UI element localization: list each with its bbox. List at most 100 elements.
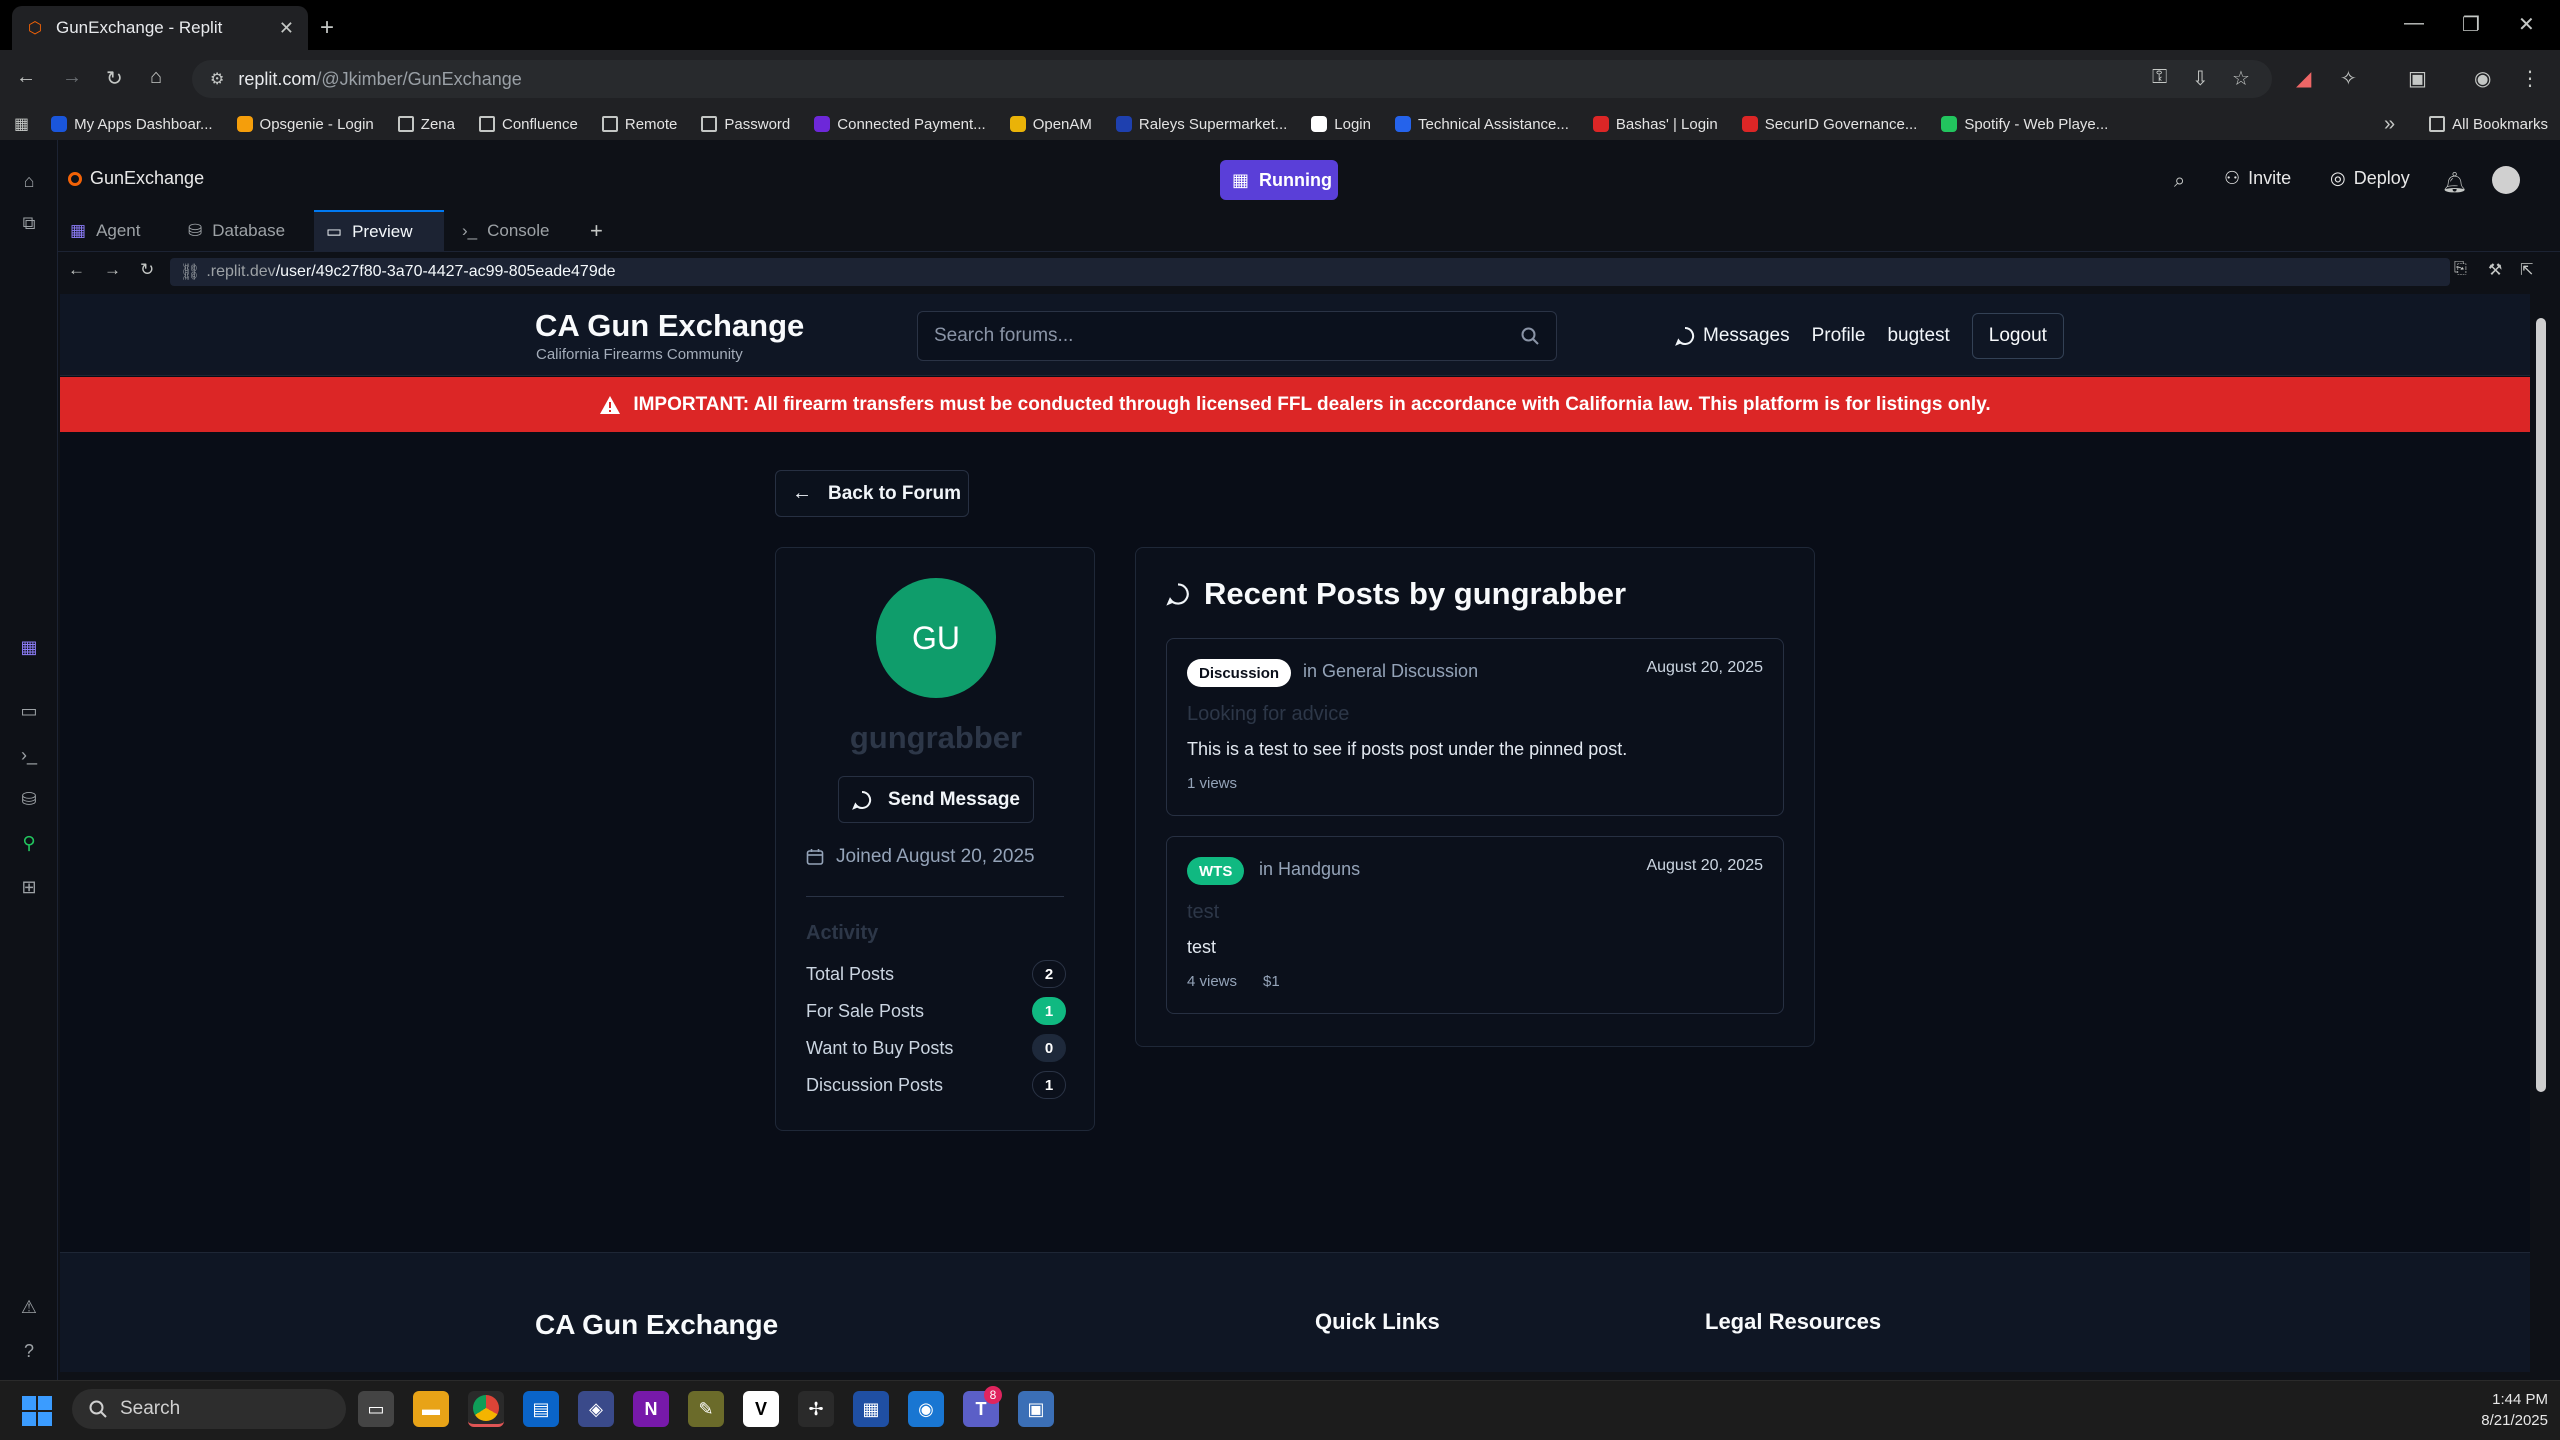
notifications-icon[interactable]: ⚠	[18, 1296, 40, 1318]
app-icon[interactable]: ◈	[578, 1391, 614, 1427]
bookmark-item[interactable]: Bashas' | Login	[1581, 116, 1730, 133]
tab-agent[interactable]: ▦ Agent	[58, 210, 166, 252]
post-item[interactable]: WTS in Handguns August 20, 2025 test tes…	[1166, 836, 1784, 1014]
bookmark-item[interactable]: Confluence	[467, 116, 590, 133]
message-bubble-icon	[852, 790, 872, 810]
restore-icon[interactable]: ❐	[2462, 12, 2480, 37]
bookmark-item[interactable]: Zena	[386, 116, 467, 133]
system-clock[interactable]: 1:44 PM 8/21/2025	[2440, 1389, 2548, 1431]
bookmark-favicon-icon	[814, 116, 831, 132]
logout-button[interactable]: Logout	[1971, 313, 2064, 359]
extensions-puzzle-icon[interactable]: ✧	[2340, 66, 2357, 91]
task-view-icon[interactable]: ▭	[358, 1391, 394, 1427]
back-to-forum-button[interactable]: ← Back to Forum	[775, 470, 969, 517]
bookmark-favicon-icon	[1592, 116, 1609, 132]
bookmark-item[interactable]: SecurID Governance...	[1730, 116, 1930, 133]
apps-grid-icon[interactable]: ▦	[14, 114, 29, 134]
preview-back-icon[interactable]: ←	[68, 260, 85, 280]
send-message-button[interactable]: Send Message	[838, 776, 1034, 823]
run-status-button[interactable]: ▦ Running	[1220, 160, 1338, 200]
bookmark-item[interactable]: My Apps Dashboar...	[39, 116, 224, 133]
project-title[interactable]: GunExchange	[68, 168, 204, 189]
post-title[interactable]: Looking for advice	[1187, 703, 1349, 726]
help-icon[interactable]: ?	[18, 1340, 40, 1362]
reload-icon[interactable]: ↻	[106, 66, 123, 91]
tab-preview[interactable]: ▭ Preview	[314, 210, 444, 252]
bookmark-item[interactable]: Technical Assistance...	[1383, 116, 1581, 133]
wrench-icon[interactable]: ⚒	[2488, 260, 2502, 280]
all-bookmarks[interactable]: All Bookmarks	[2417, 116, 2560, 133]
app-icon[interactable]: ✎	[688, 1391, 724, 1427]
open-new-window-icon[interactable]: ⇱	[2520, 260, 2533, 280]
bookmark-item[interactable]: OpenAM	[998, 116, 1104, 133]
bookmark-item[interactable]: Password	[689, 116, 802, 133]
scrollbar-thumb[interactable]	[2536, 318, 2546, 1092]
chrome-icon[interactable]	[468, 1391, 504, 1427]
search-input[interactable]: Search forums...	[917, 311, 1557, 361]
preview-url-bar[interactable]: ⛓ .replit.dev/user/49c27f80-3a70-4427-ac…	[170, 258, 2450, 286]
key-icon[interactable]: ⚿	[2152, 66, 2167, 89]
home-icon[interactable]: ⌂	[18, 170, 40, 192]
windows-start-icon[interactable]	[22, 1396, 52, 1426]
avatar[interactable]	[2492, 166, 2520, 194]
nav-profile[interactable]: Profile	[1812, 325, 1866, 347]
profile-icon[interactable]: ◉	[2474, 66, 2491, 91]
new-tab-icon[interactable]: +	[320, 14, 334, 42]
bookmark-favicon-icon	[1115, 116, 1132, 132]
site-info-icon[interactable]: ⚙	[210, 69, 224, 89]
nav-username[interactable]: bugtest	[1887, 325, 1949, 347]
file-explorer-icon[interactable]: ▬	[413, 1391, 449, 1427]
agent-icon[interactable]: ▦	[18, 636, 40, 658]
post-title[interactable]: test	[1187, 901, 1219, 924]
deploy-icon[interactable]: ⚲	[18, 832, 40, 854]
forward-icon[interactable]: →	[62, 66, 82, 89]
shell-icon[interactable]: ›_	[18, 744, 40, 766]
preview-forward-icon[interactable]: →	[104, 260, 121, 280]
invite-button[interactable]: ⚇ Invite	[2224, 168, 2291, 189]
onenote-icon[interactable]: N	[633, 1391, 669, 1427]
bookmark-item[interactable]: Connected Payment...	[802, 116, 997, 133]
home-icon[interactable]: ⌂	[150, 66, 162, 89]
all-tools-icon[interactable]: ⊞	[18, 876, 40, 898]
app-v-icon[interactable]: V	[743, 1391, 779, 1427]
site-title[interactable]: CA Gun Exchange	[535, 308, 804, 344]
bookmark-star-icon[interactable]: ☆	[2232, 66, 2250, 91]
address-bar[interactable]: ⚙ replit.com/@Jkimber/GunExchange	[192, 60, 2272, 98]
taskbar-search[interactable]: Search	[72, 1389, 346, 1429]
search-icon[interactable]: ⌕	[2174, 170, 2185, 193]
devtools-icon[interactable]: ⎘	[2454, 260, 2467, 278]
side-panel-icon[interactable]: ▣	[2408, 66, 2427, 91]
preview-reload-icon[interactable]: ↻	[140, 260, 154, 280]
close-window-icon[interactable]: ✕	[2518, 12, 2535, 37]
tab-console[interactable]: ›_ Console	[450, 210, 568, 252]
bookmark-item[interactable]: Raleys Supermarket...	[1104, 116, 1299, 133]
database-icon[interactable]: ⛁	[18, 788, 40, 810]
search-icon[interactable]	[1520, 326, 1540, 346]
post-type-badge: Discussion	[1187, 659, 1292, 687]
extension-icon[interactable]: ◢	[2296, 66, 2311, 91]
tab-database[interactable]: ⛁ Database	[176, 210, 314, 252]
app-icon[interactable]: ▤	[523, 1391, 559, 1427]
browser-tab-active[interactable]: ⬡ GunExchange - Replit ✕	[12, 6, 308, 50]
bookmark-item[interactable]: Opsgenie - Login	[225, 116, 386, 133]
new-repl-icon[interactable]: ⧉	[18, 212, 40, 234]
preview-icon[interactable]: ▭	[18, 700, 40, 722]
more-bookmarks-icon[interactable]: »	[2384, 113, 2395, 136]
post-item[interactable]: Discussion in General Discussion August …	[1166, 638, 1784, 816]
close-tab-icon[interactable]: ✕	[279, 18, 294, 39]
back-icon[interactable]: ←	[16, 66, 36, 89]
deploy-button[interactable]: ◎ Deploy	[2330, 168, 2410, 189]
install-icon[interactable]: ⇩	[2192, 66, 2209, 91]
nav-messages[interactable]: Messages	[1675, 325, 1790, 347]
app-icon[interactable]: ▦	[853, 1391, 889, 1427]
bookmark-item[interactable]: Remote	[590, 116, 690, 133]
bookmark-item[interactable]: Login	[1299, 116, 1383, 133]
app-icon[interactable]: ✢	[798, 1391, 834, 1427]
remote-desktop-icon[interactable]: ▣	[1018, 1391, 1054, 1427]
menu-icon[interactable]: ⋮	[2520, 66, 2540, 91]
minimize-icon[interactable]: —	[2404, 12, 2424, 35]
bookmark-item[interactable]: Spotify - Web Playe...	[1929, 116, 2120, 133]
bell-icon[interactable]: 🔔︎	[2442, 170, 2467, 195]
outlook-icon[interactable]: ◉	[908, 1391, 944, 1427]
add-tab-icon[interactable]: +	[578, 210, 618, 252]
